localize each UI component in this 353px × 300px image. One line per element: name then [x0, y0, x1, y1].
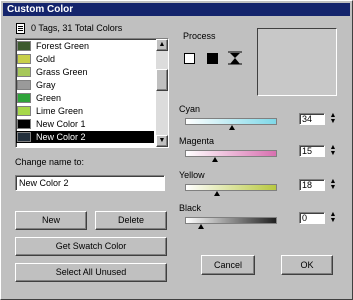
black-spin-arrows-icon[interactable]: ▲ ▼ — [329, 211, 337, 224]
magenta-spin-arrows-icon[interactable]: ▲ ▼ — [329, 144, 337, 157]
yellow-label: Yellow — [179, 170, 205, 180]
color-list-item-label: New Color 2 — [36, 132, 86, 142]
yellow-spin-arrows-icon[interactable]: ▲ ▼ — [329, 178, 337, 191]
black-swatch-icon[interactable] — [207, 53, 218, 64]
color-list-item-label: New Color 1 — [36, 119, 86, 129]
color-list-item[interactable]: Lime Green — [16, 105, 154, 117]
cyan-value-input[interactable]: 34 — [299, 113, 325, 125]
color-list-item[interactable]: Green — [16, 92, 154, 104]
yellow-slider[interactable] — [185, 184, 277, 191]
select-all-unused-button[interactable]: Select All Unused — [15, 263, 167, 282]
yellow-value-input[interactable]: 18 — [299, 179, 325, 191]
color-swatch — [17, 80, 31, 90]
magenta-slider-thumb[interactable] — [212, 157, 218, 162]
color-list-item[interactable]: Forest Green — [16, 40, 154, 52]
select-all-unused-label: Select All Unused — [55, 267, 127, 277]
color-swatch — [17, 41, 31, 51]
cancel-button-label: Cancel — [213, 260, 242, 270]
custom-color-dialog: Custom Color 0 Tags, 31 Total Colors For… — [0, 0, 353, 300]
color-preview — [257, 28, 337, 96]
get-swatch-color-label: Get Swatch Color — [55, 241, 127, 251]
magenta-slider[interactable] — [185, 150, 277, 157]
delete-button[interactable]: Delete — [95, 211, 167, 230]
scroll-down-button[interactable]: ▼ — [156, 135, 168, 147]
color-list-item[interactable]: Gray — [16, 79, 154, 91]
process-label: Process — [183, 31, 216, 41]
list-header-text: 0 Tags, 31 Total Colors — [31, 23, 123, 33]
cancel-button[interactable]: Cancel — [201, 255, 255, 275]
color-list-item-label: Green — [36, 93, 62, 103]
yellow-slider-thumb[interactable] — [214, 191, 220, 196]
dialog-title: Custom Color — [7, 4, 74, 15]
color-swatch — [17, 67, 31, 77]
scroll-thumb[interactable] — [156, 69, 168, 91]
list-scrollbar[interactable]: ▲ ▼ — [156, 39, 168, 147]
color-swatch — [17, 106, 31, 116]
black-label: Black — [179, 203, 202, 213]
cyan-label: Cyan — [179, 104, 201, 114]
new-button-label: New — [41, 215, 60, 225]
color-list-item[interactable]: New Color 1 — [16, 118, 154, 130]
white-swatch-icon[interactable] — [184, 53, 195, 64]
rename-input[interactable] — [15, 175, 165, 191]
cyan-slider[interactable] — [185, 118, 277, 125]
scroll-up-button[interactable]: ▲ — [156, 39, 168, 51]
color-swatch — [17, 54, 31, 64]
color-list[interactable]: Forest Green Gold Grass Green Gray Green Lime… — [15, 38, 169, 148]
magenta-label: Magenta — [179, 136, 215, 146]
ok-button-label: OK — [300, 260, 314, 270]
delete-button-label: Delete — [117, 215, 144, 225]
registration-icon[interactable] — [228, 51, 242, 65]
rename-label: Change name to: — [15, 157, 85, 167]
ok-button[interactable]: OK — [281, 255, 333, 275]
get-swatch-color-button[interactable]: Get Swatch Color — [15, 237, 167, 256]
color-list-rows: Forest Green Gold Grass Green Gray Green Lime… — [16, 39, 154, 147]
black-value-input[interactable]: 0 — [299, 212, 325, 224]
color-list-item-label: Lime Green — [36, 106, 84, 116]
black-slider-thumb[interactable] — [198, 224, 204, 229]
color-list-item[interactable]: New Color 2 — [16, 131, 154, 143]
color-swatch — [17, 93, 31, 103]
color-swatch — [17, 119, 31, 129]
black-slider[interactable] — [185, 217, 277, 224]
color-list-item[interactable]: Gold — [16, 53, 154, 65]
color-swatch — [17, 132, 31, 142]
color-list-item-label: Gray — [36, 80, 56, 90]
color-list-item-label: Forest Green — [36, 41, 90, 51]
title-bar[interactable]: Custom Color — [3, 3, 350, 16]
color-list-item-label: Grass Green — [36, 67, 88, 77]
new-button[interactable]: New — [15, 211, 87, 230]
color-list-item-label: Gold — [36, 54, 56, 64]
cyan-spin-arrows-icon[interactable]: ▲ ▼ — [329, 112, 337, 125]
color-list-item[interactable]: Grass Green — [16, 66, 154, 78]
magenta-value-input[interactable]: 15 — [299, 145, 325, 157]
document-icon — [16, 23, 25, 34]
cyan-slider-thumb[interactable] — [229, 125, 235, 130]
